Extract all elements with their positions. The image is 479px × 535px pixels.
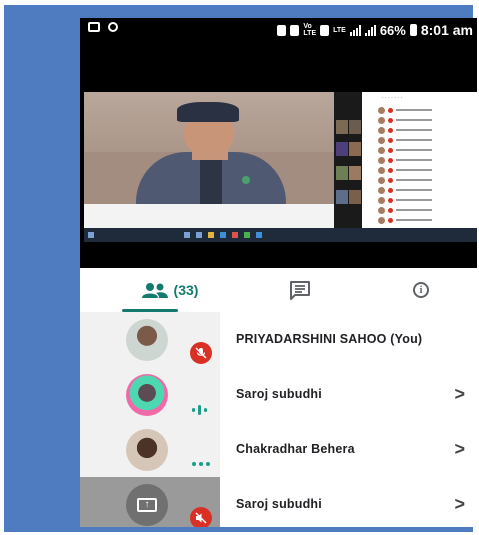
participant-name: Chakradhar Behera — [236, 442, 355, 456]
vibrate-icon — [290, 24, 300, 36]
avatar — [126, 374, 168, 416]
participant-name: Saroj subudhi — [236, 497, 322, 511]
speaking-indicator-icon — [192, 405, 207, 415]
participant-name: Saroj subudhi — [236, 387, 322, 401]
volume-off-icon — [190, 507, 212, 527]
video-stage[interactable]: · · · · · · · — [80, 42, 477, 268]
phone-screen: Vo LTE LTE 66% 8:01 am · · · · · · · (33… — [80, 18, 477, 527]
tab-chat[interactable] — [235, 268, 365, 312]
chevron-right-icon[interactable]: > — [454, 477, 465, 527]
mic-off-icon — [190, 342, 212, 364]
image-notification-icon — [88, 22, 100, 32]
participant-row[interactable]: PRIYADARSHINI SAHOO (You) — [80, 312, 477, 367]
avatar: ↑ — [126, 484, 168, 526]
battery-icon — [409, 24, 417, 36]
people-count: (33) — [173, 282, 199, 298]
people-icon — [141, 283, 168, 298]
participant-row[interactable]: Chakradhar Behera > — [80, 422, 477, 477]
participant-row[interactable]: Saroj subudhi > — [80, 367, 477, 422]
tab-info[interactable]: i — [365, 268, 477, 312]
battery-percentage: 66% — [379, 22, 406, 38]
avatar — [126, 429, 168, 471]
signal-strength-2-icon — [364, 24, 376, 36]
location-notification-icon — [108, 22, 118, 32]
sim-icon — [320, 24, 330, 36]
alarm-icon — [277, 24, 287, 36]
participant-name: PRIYADARSHINI SAHOO (You) — [236, 332, 423, 346]
present-screen-icon: ↑ — [137, 498, 157, 512]
info-icon: i — [413, 282, 429, 298]
signal-strength-icon — [349, 24, 361, 36]
meeting-details-panel: · · · · · · · — [362, 92, 477, 242]
clock: 8:01 am — [420, 22, 473, 38]
avatar — [126, 319, 168, 361]
shared-screen: · · · · · · · — [84, 92, 477, 242]
more-dots-icon — [192, 462, 210, 466]
meeting-grid-tiles — [334, 120, 362, 210]
volte-icon: Vo LTE — [303, 23, 317, 37]
speaker-video — [84, 92, 334, 204]
meeting-tabs: (33) i — [80, 268, 477, 312]
chevron-right-icon[interactable]: > — [454, 422, 465, 477]
status-bar: Vo LTE LTE 66% 8:01 am — [80, 18, 477, 42]
desktop-taskbar — [84, 228, 477, 242]
participant-row[interactable]: ↑ Saroj subudhi > — [80, 477, 477, 527]
chat-icon — [290, 281, 310, 300]
chevron-right-icon[interactable]: > — [454, 367, 465, 422]
participant-list: PRIYADARSHINI SAHOO (You) Saroj subudhi … — [80, 312, 477, 527]
tab-people[interactable]: (33) — [105, 268, 235, 312]
network-type-label: LTE — [333, 26, 346, 34]
